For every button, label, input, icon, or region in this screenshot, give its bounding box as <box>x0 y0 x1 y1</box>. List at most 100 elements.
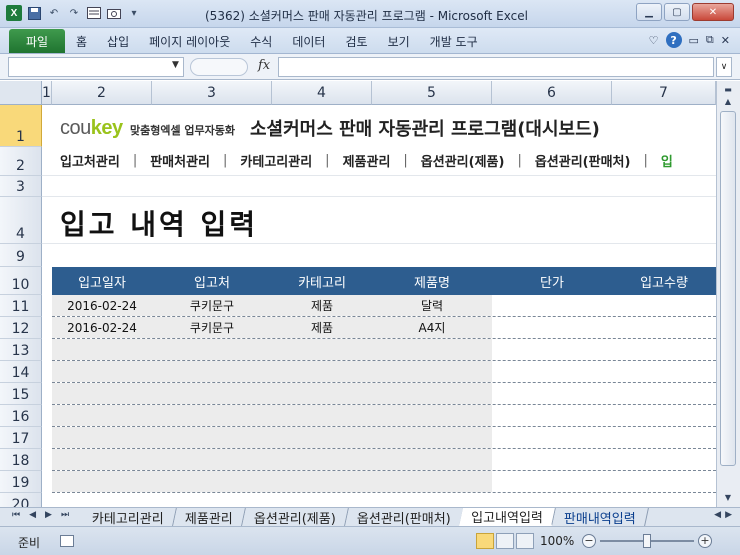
cell-date[interactable] <box>52 339 152 360</box>
cell-quantity[interactable] <box>612 339 716 360</box>
row-header[interactable]: 14 <box>0 361 42 383</box>
cell-quantity[interactable] <box>612 405 716 426</box>
next-sheet-icon[interactable]: ▶ <box>45 510 52 520</box>
column-header[interactable]: 5 <box>372 81 492 105</box>
ribbon-collapse-icon[interactable]: ♡ <box>649 34 659 47</box>
redo-icon[interactable]: ↷ <box>66 5 82 21</box>
cell-product[interactable] <box>372 361 492 382</box>
cell-date[interactable] <box>52 427 152 448</box>
sheet-tab-option-seller[interactable]: 옵션관리(판매처) <box>344 508 464 527</box>
tab-developer[interactable]: 개발 도구 <box>420 33 488 50</box>
cell-date[interactable]: 2016-02-24 <box>52 295 152 316</box>
sheet-tab-category[interactable]: 카테고리관리 <box>80 508 177 527</box>
nav-link-seller[interactable]: 판매처관리 <box>150 151 210 170</box>
save-icon[interactable] <box>26 5 42 21</box>
cell-supplier[interactable] <box>152 471 272 492</box>
workbook-minimize-icon[interactable]: ▭ <box>689 34 699 47</box>
row-header[interactable]: 16 <box>0 405 42 427</box>
prev-sheet-icon[interactable]: ◀ <box>29 510 36 520</box>
page-break-view-icon[interactable] <box>516 533 534 549</box>
cell-product[interactable]: A4지 <box>372 317 492 338</box>
cell-quantity[interactable] <box>612 295 716 316</box>
scroll-up-icon[interactable]: ▲ <box>720 95 736 108</box>
cell-unit-price[interactable] <box>492 339 612 360</box>
scroll-down-icon[interactable]: ▼ <box>720 491 736 504</box>
first-sheet-icon[interactable]: ⏮ <box>12 510 20 520</box>
column-header[interactable]: 4 <box>272 81 372 105</box>
cell-product[interactable] <box>372 383 492 404</box>
cell-quantity[interactable] <box>612 383 716 404</box>
cell-unit-price[interactable] <box>492 449 612 470</box>
cell-date[interactable] <box>52 471 152 492</box>
scroll-right-icon[interactable]: ▶ <box>725 510 732 520</box>
cell-supplier[interactable]: 쿠키문구 <box>152 295 272 316</box>
cell-supplier[interactable] <box>152 361 272 382</box>
worksheet-grid[interactable]: 1 2 3 4 5 6 7 1 2 3 4 9 10 11 12 13 14 1… <box>0 81 716 507</box>
cell-product[interactable]: 달력 <box>372 295 492 316</box>
cell-product[interactable] <box>372 339 492 360</box>
cell-supplier[interactable] <box>152 339 272 360</box>
sheet-tab-option-product[interactable]: 옵션관리(제품) <box>241 508 349 527</box>
workbook-close-icon[interactable]: ✕ <box>721 34 730 47</box>
row-header[interactable]: 4 <box>0 197 42 244</box>
last-sheet-icon[interactable]: ⏭ <box>61 510 69 520</box>
row-header[interactable]: 11 <box>0 295 42 317</box>
row-header[interactable]: 13 <box>0 339 42 361</box>
column-header[interactable]: 7 <box>612 81 716 105</box>
cell-date[interactable]: 2016-02-24 <box>52 317 152 338</box>
cell-category[interactable] <box>272 405 372 426</box>
column-header[interactable]: 3 <box>152 81 272 105</box>
cell-category[interactable] <box>272 427 372 448</box>
zoom-level[interactable]: 100% <box>540 534 574 548</box>
minimize-button[interactable]: ▁ <box>636 3 662 21</box>
row-header[interactable]: 10 <box>0 267 42 295</box>
cell-category[interactable] <box>272 361 372 382</box>
form-icon[interactable] <box>86 5 102 21</box>
file-tab[interactable]: 파일 <box>9 29 65 53</box>
row-header[interactable]: 3 <box>0 176 42 197</box>
tab-formulas[interactable]: 수식 <box>240 33 282 50</box>
row-header[interactable]: 17 <box>0 427 42 449</box>
cell-quantity[interactable] <box>612 427 716 448</box>
nav-link-receiving[interactable]: 입 <box>661 151 673 170</box>
zoom-in-icon[interactable]: + <box>698 534 712 548</box>
cell-date[interactable] <box>52 383 152 404</box>
maximize-button[interactable]: ▢ <box>664 3 690 21</box>
cell-product[interactable] <box>372 471 492 492</box>
cell-supplier[interactable] <box>152 449 272 470</box>
scrollbar-thumb[interactable] <box>720 111 736 466</box>
undo-icon[interactable]: ↶ <box>46 5 62 21</box>
sheet-tab-sales[interactable]: 판매내역입력 <box>552 508 649 527</box>
expand-formula-bar-icon[interactable]: ∨ <box>716 57 732 77</box>
nav-link-option-product[interactable]: 옵션관리(제품) <box>421 151 505 170</box>
tab-insert[interactable]: 삽입 <box>97 33 139 50</box>
row-header[interactable]: 19 <box>0 471 42 493</box>
column-header[interactable]: 2 <box>52 81 152 105</box>
cell-unit-price[interactable] <box>492 295 612 316</box>
tab-review[interactable]: 검토 <box>335 33 377 50</box>
row-header[interactable]: 20 <box>0 493 42 507</box>
tab-data[interactable]: 데이터 <box>282 33 335 50</box>
zoom-slider-handle[interactable] <box>643 534 651 548</box>
cell-unit-price[interactable] <box>492 317 612 338</box>
name-box-dropdown-icon[interactable]: ▼ <box>172 60 179 70</box>
tab-view[interactable]: 보기 <box>378 33 420 50</box>
scroll-left-icon[interactable]: ◀ <box>714 510 721 520</box>
nav-link-category[interactable]: 카테고리관리 <box>240 151 312 170</box>
cell-product[interactable] <box>372 405 492 426</box>
cell-date[interactable] <box>52 361 152 382</box>
cell-category[interactable] <box>272 449 372 470</box>
normal-view-icon[interactable] <box>476 533 494 549</box>
page-layout-view-icon[interactable] <box>496 533 514 549</box>
cell-supplier[interactable] <box>152 405 272 426</box>
cell-product[interactable] <box>372 449 492 470</box>
cell-unit-price[interactable] <box>492 383 612 404</box>
row-header[interactable]: 15 <box>0 383 42 405</box>
row-header[interactable]: 2 <box>0 147 42 176</box>
column-header[interactable]: 1 <box>42 81 52 105</box>
nav-link-product[interactable]: 제품관리 <box>343 151 391 170</box>
row-header[interactable]: 18 <box>0 449 42 471</box>
cell-quantity[interactable] <box>612 361 716 382</box>
cell-supplier[interactable]: 쿠키문구 <box>152 317 272 338</box>
cell-quantity[interactable] <box>612 449 716 470</box>
